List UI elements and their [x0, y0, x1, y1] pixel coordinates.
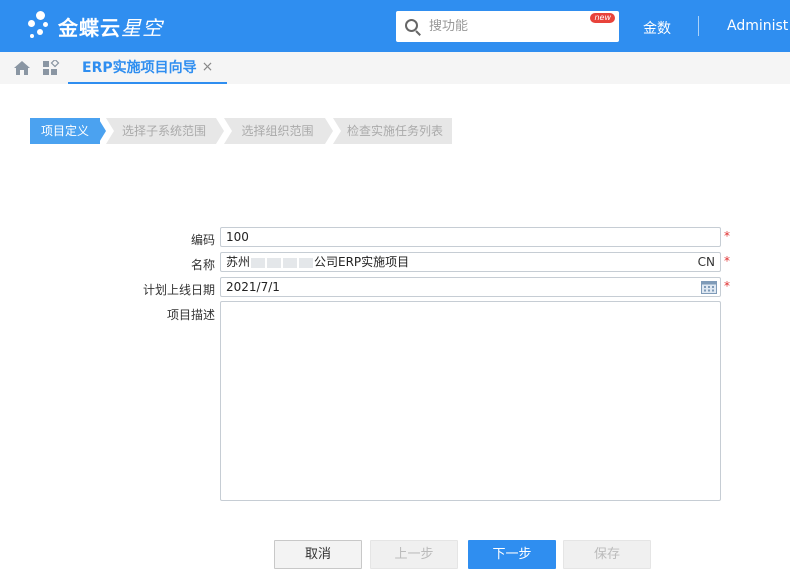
- name-required-mark: *: [724, 254, 730, 268]
- name-value-suffix: 公司ERP实施项目: [314, 255, 410, 269]
- home-icon[interactable]: [13, 60, 31, 76]
- name-value-prefix: 苏州: [226, 255, 251, 269]
- language-toggle[interactable]: CN: [698, 253, 715, 271]
- cancel-button[interactable]: 取消: [274, 540, 362, 569]
- previous-step-button[interactable]: 上一步: [370, 540, 458, 569]
- step-project-definition[interactable]: 项目定义: [30, 118, 100, 144]
- code-value: 100: [226, 230, 249, 244]
- step-select-orgs[interactable]: 选择组织范围: [230, 118, 325, 144]
- code-label: 编码: [190, 233, 215, 247]
- step-select-subsystems[interactable]: 选择子系统范围: [112, 118, 216, 144]
- name-field[interactable]: 苏州 公司ERP实施项目 CN: [220, 252, 721, 272]
- description-textarea[interactable]: [220, 301, 721, 501]
- step-check-tasks[interactable]: 检查实施任务列表: [340, 118, 450, 144]
- logo-dots-icon: [26, 8, 56, 44]
- top-header: 金蝶云星空 new 金数 Administ: [0, 0, 790, 52]
- description-label: 项目描述: [166, 308, 215, 322]
- go-live-date-field[interactable]: 2021/7/1: [220, 277, 721, 297]
- close-icon[interactable]: ×: [202, 59, 214, 75]
- function-search[interactable]: new: [396, 11, 619, 42]
- next-step-button[interactable]: 下一步: [468, 540, 556, 569]
- apps-icon[interactable]: [42, 60, 60, 76]
- code-field[interactable]: 100: [220, 227, 721, 247]
- tab-label: ERP实施项目向导: [82, 60, 197, 76]
- org-switcher[interactable]: 金数: [643, 18, 671, 38]
- code-required-mark: *: [724, 229, 730, 243]
- redacted-block: [299, 257, 314, 268]
- brand-name: 金蝶云星空: [58, 15, 163, 40]
- redacted-block: [283, 257, 298, 268]
- save-button[interactable]: 保存: [563, 540, 651, 569]
- calendar-icon[interactable]: [701, 280, 717, 294]
- date-required-mark: *: [724, 279, 730, 293]
- date-label: 计划上线日期: [142, 283, 215, 297]
- date-value: 2021/7/1: [226, 280, 280, 294]
- search-input[interactable]: [429, 19, 579, 34]
- redacted-block: [251, 257, 266, 268]
- header-divider: [698, 16, 699, 36]
- name-label: 名称: [190, 258, 215, 272]
- new-badge: new: [590, 13, 615, 23]
- user-menu[interactable]: Administ: [727, 18, 788, 34]
- brand-logo[interactable]: 金蝶云星空: [26, 8, 176, 44]
- redacted-block: [267, 257, 282, 268]
- search-icon[interactable]: [405, 18, 421, 36]
- tab-erp-wizard[interactable]: ERP实施项目向导 ×: [68, 52, 228, 84]
- tab-bar: ERP实施项目向导 ×: [0, 52, 790, 84]
